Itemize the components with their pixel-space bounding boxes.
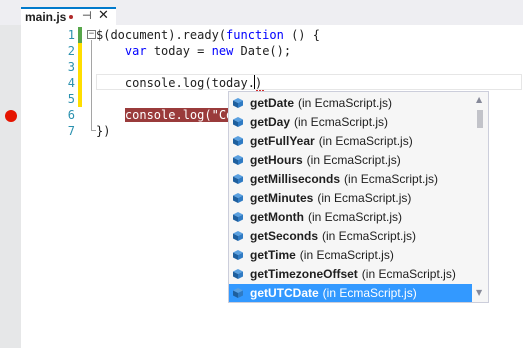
completion-item[interactable]: getTime (in EcmaScript.js)	[229, 246, 472, 264]
method-cube-icon	[233, 193, 243, 203]
method-cube-icon	[233, 269, 243, 279]
code-line-2[interactable]: var today = new Date();	[96, 43, 291, 59]
unsaved-change-marker	[78, 75, 82, 91]
completion-item-name: getSeconds (in EcmaScript.js)	[250, 229, 417, 243]
method-cube-icon	[233, 136, 243, 146]
completion-item-source: (in EcmaScript.js)	[298, 96, 393, 110]
completion-item[interactable]: getHours (in EcmaScript.js)	[229, 151, 472, 169]
unsaved-change-marker	[78, 59, 82, 75]
unsaved-change-marker	[78, 91, 82, 107]
code-text: today =	[146, 44, 212, 58]
tab-main-js[interactable]: main.js ⊣ ✕	[21, 7, 116, 25]
code-line-4[interactable]: console.log(today.)	[96, 75, 262, 91]
line-number: 5	[67, 92, 75, 106]
breakpoint-icon[interactable]	[5, 110, 17, 122]
scrollbar-thumb[interactable]	[477, 110, 483, 128]
line-number: 1	[67, 28, 75, 42]
method-cube-icon	[233, 174, 243, 184]
completion-item-name: getMinutes (in EcmaScript.js)	[250, 191, 412, 205]
code-line-1[interactable]: $(document).ready(function () {	[96, 27, 320, 43]
method-cube-icon	[233, 212, 243, 222]
completion-item[interactable]: getSeconds (in EcmaScript.js)	[229, 227, 472, 245]
method-cube-icon	[233, 231, 243, 241]
completion-item-name: getFullYear (in EcmaScript.js)	[250, 134, 413, 148]
completion-item[interactable]: getDay (in EcmaScript.js)	[229, 113, 472, 131]
completion-item-source: (in EcmaScript.js)	[294, 115, 389, 129]
scroll-down-arrow-icon[interactable]: ▼	[476, 288, 482, 297]
completion-item-name: getMonth (in EcmaScript.js)	[250, 210, 402, 224]
completion-item-name: getDay (in EcmaScript.js)	[250, 115, 389, 129]
completion-scrollbar[interactable]: ▲ ▼	[472, 92, 488, 302]
document-tab-strip: main.js ⊣ ✕	[0, 0, 523, 25]
line-number: 6	[67, 108, 75, 122]
completion-item-source: (in EcmaScript.js)	[317, 191, 412, 205]
completion-item-source: (in EcmaScript.js)	[322, 229, 417, 243]
keyword: new	[211, 44, 234, 58]
code-text: Date();	[233, 44, 292, 58]
completion-item-name: getHours (in EcmaScript.js)	[250, 153, 401, 167]
outline-fold-line	[91, 40, 92, 130]
breakpoint-line-text: console.log("Co	[124, 108, 234, 122]
close-icon[interactable]: ✕	[98, 8, 109, 23]
tab-title: main.js	[25, 10, 67, 24]
code-text: })	[96, 124, 111, 138]
completion-item-name: getTimezoneOffset (in EcmaScript.js)	[250, 267, 456, 281]
method-cube-icon	[233, 98, 243, 108]
line-number: 7	[67, 124, 75, 138]
unsaved-change-marker	[78, 43, 82, 59]
completion-item-source: (in EcmaScript.js)	[318, 134, 413, 148]
code-text: () {	[283, 28, 320, 42]
code-text: console.log(today.)	[96, 75, 263, 90]
keyword: function	[226, 28, 284, 42]
text-caret	[253, 75, 255, 89]
modified-dot-icon	[69, 15, 73, 19]
completion-item[interactable]: getTimezoneOffset (in EcmaScript.js)	[229, 265, 472, 283]
method-cube-icon	[233, 117, 243, 127]
completion-item-source: (in EcmaScript.js)	[322, 286, 417, 300]
completion-item-name: getDate (in EcmaScript.js)	[250, 96, 393, 110]
completion-item-source: (in EcmaScript.js)	[344, 172, 439, 186]
intellisense-completion-list[interactable]: getDate (in EcmaScript.js) getDay (in EcmaS…	[228, 91, 489, 303]
scroll-up-arrow-icon[interactable]: ▲	[476, 95, 482, 104]
method-cube-icon	[233, 250, 243, 260]
line-number: 2	[67, 44, 75, 58]
completion-item-source: (in EcmaScript.js)	[306, 153, 401, 167]
code-text: $(document).ready(	[96, 28, 227, 42]
completion-item-name: getTime (in EcmaScript.js)	[250, 248, 394, 262]
code-line-7[interactable]: })	[96, 123, 110, 139]
code-line-6[interactable]: console.log("Co	[96, 107, 234, 123]
completion-item[interactable]: getMinutes (in EcmaScript.js)	[229, 189, 472, 207]
completion-item[interactable]: getMilliseconds (in EcmaScript.js)	[229, 170, 472, 188]
method-cube-icon	[233, 155, 243, 165]
completion-item[interactable]: getUTCDate (in EcmaScript.js)	[229, 284, 472, 302]
keyword: var	[124, 44, 147, 58]
completion-item-name: getUTCDate (in EcmaScript.js)	[250, 286, 417, 300]
collapse-icon[interactable]: −	[87, 30, 96, 39]
pin-icon[interactable]: ⊣	[82, 9, 92, 22]
completion-item-name: getMilliseconds (in EcmaScript.js)	[250, 172, 439, 186]
completion-item-source: (in EcmaScript.js)	[299, 248, 394, 262]
line-number: 3	[67, 60, 75, 74]
line-number: 4	[67, 76, 75, 90]
completion-item-source: (in EcmaScript.js)	[307, 210, 402, 224]
indicator-margin[interactable]	[0, 25, 21, 348]
completion-item[interactable]: getDate (in EcmaScript.js)	[229, 94, 472, 112]
saved-change-marker	[78, 27, 82, 43]
completion-item-source: (in EcmaScript.js)	[361, 267, 456, 281]
method-cube-icon	[233, 288, 243, 298]
completion-item[interactable]: getMonth (in EcmaScript.js)	[229, 208, 472, 226]
completion-item[interactable]: getFullYear (in EcmaScript.js)	[229, 132, 472, 150]
